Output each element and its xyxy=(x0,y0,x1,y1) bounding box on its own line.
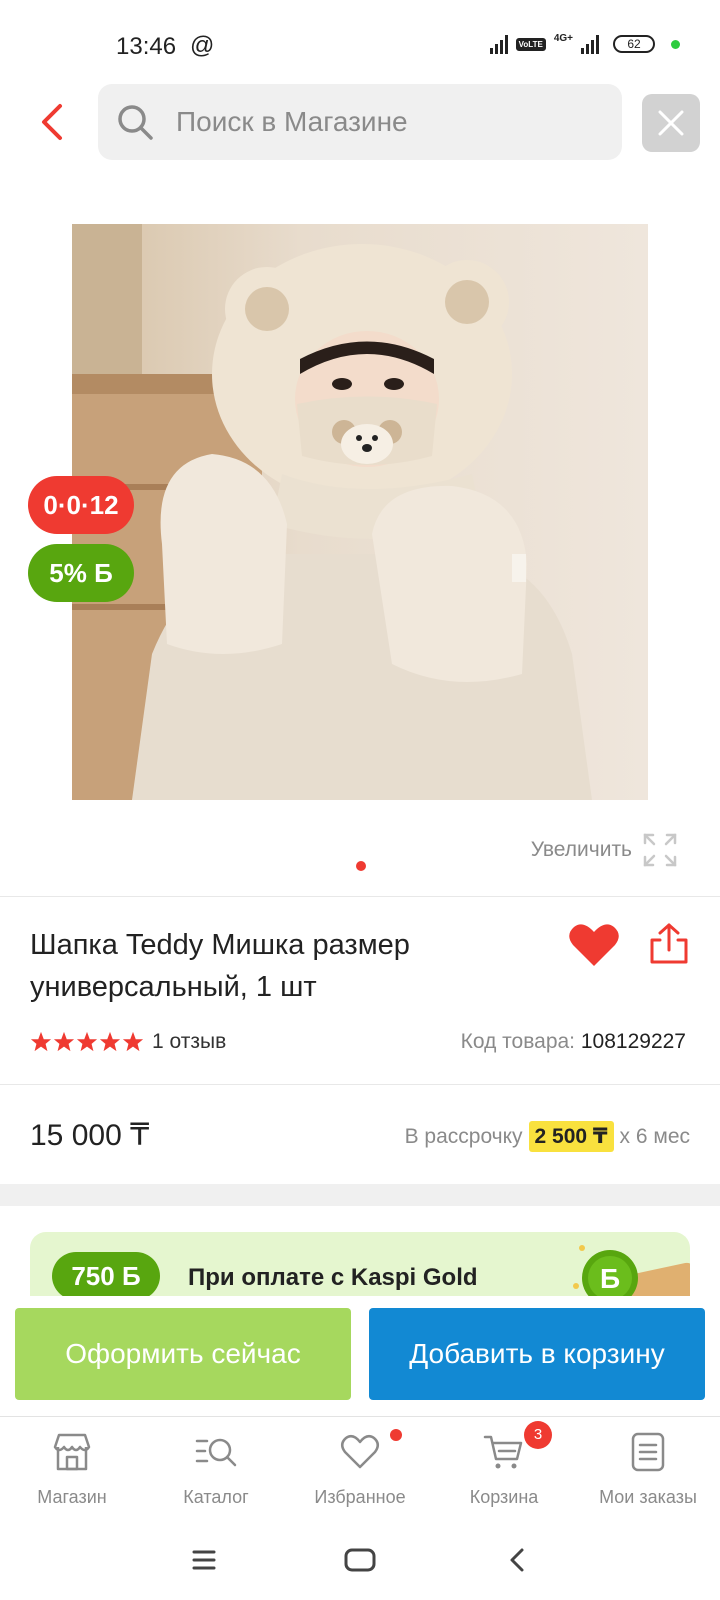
menu-icon[interactable] xyxy=(184,1540,224,1580)
search-icon xyxy=(118,105,153,140)
heart-outline-icon xyxy=(341,1434,379,1469)
installment-suffix: х 6 мес xyxy=(619,1124,690,1148)
add-to-cart-button[interactable]: Добавить в корзину xyxy=(369,1308,705,1400)
cart-icon xyxy=(483,1435,523,1469)
network-type: 4G+ xyxy=(553,33,573,44)
reviews-link[interactable]: 1 отзыв xyxy=(152,1030,226,1054)
bottom-navigation: Магазин Каталог Избранное Корзина 3 Мои … xyxy=(0,1416,720,1518)
favorites-notification-dot xyxy=(390,1429,402,1441)
star-icon xyxy=(53,1031,75,1052)
installment-info[interactable]: В рассрочку 2 500 ₸ х 6 мес xyxy=(405,1121,690,1152)
bonus-percent: 5% xyxy=(49,557,87,588)
header: Поиск в Магазине xyxy=(0,84,720,162)
product-title: Шапка Teddy Мишка размер универсальный, … xyxy=(30,929,410,1003)
nav-label-cart: Корзина xyxy=(469,1487,539,1507)
store-icon xyxy=(53,1433,91,1471)
nav-label-orders: Мои заказы xyxy=(599,1487,697,1507)
nav-item-favorites[interactable]: Избранное xyxy=(288,1429,432,1508)
volte-icon: VoLTE xyxy=(515,37,546,51)
installment-amount: 2 500 ₸ xyxy=(528,1121,614,1152)
product-photo-illustration xyxy=(72,224,648,800)
buy-now-button[interactable]: Оформить сейчас xyxy=(15,1308,351,1400)
signal-icon xyxy=(489,34,508,54)
divider xyxy=(0,1084,720,1085)
system-back-icon[interactable] xyxy=(498,1540,538,1580)
star-icon xyxy=(30,1031,52,1052)
privacy-dot-icon xyxy=(671,39,680,49)
nav-item-cart[interactable]: Корзина 3 xyxy=(432,1421,576,1508)
nav-label-store: Магазин xyxy=(37,1487,107,1507)
star-icon xyxy=(76,1031,98,1052)
bonus-unit: Б xyxy=(94,557,113,588)
nav-label-favorites: Избранное xyxy=(314,1487,406,1507)
rating-stars xyxy=(30,1031,144,1053)
installment-prefix: В рассрочку xyxy=(404,1124,523,1148)
product-code-label: Код товара: xyxy=(460,1030,576,1053)
section-separator xyxy=(0,1184,720,1206)
divider xyxy=(0,896,720,897)
cart-count-badge: 3 xyxy=(524,1421,552,1449)
orders-icon xyxy=(631,1432,665,1472)
nav-item-orders[interactable]: Мои заказы xyxy=(576,1431,720,1508)
zoom-button[interactable]: Увеличить xyxy=(531,832,678,868)
search-input[interactable]: Поиск в Магазине xyxy=(98,84,622,160)
product-code-value: 108129227 xyxy=(580,1030,686,1053)
installment-badge: 0·0·12 xyxy=(28,476,134,534)
zoom-label: Увеличить xyxy=(530,838,632,861)
status-icons: VoLTE 4G+ 62 xyxy=(489,33,680,54)
carousel-indicator xyxy=(356,861,366,871)
svg-text:Б: Б xyxy=(600,1263,620,1294)
close-icon xyxy=(658,110,684,136)
status-time: 13:46 xyxy=(116,33,177,60)
star-icon xyxy=(122,1031,144,1052)
share-icon[interactable] xyxy=(648,922,690,966)
expand-icon xyxy=(643,833,677,867)
gold-banner-text: При оплате с Kaspi Gold xyxy=(188,1264,478,1291)
nav-item-catalog[interactable]: Каталог xyxy=(144,1431,288,1508)
star-icon xyxy=(99,1031,121,1052)
system-navigation-bar xyxy=(0,1520,720,1600)
close-search-button[interactable] xyxy=(642,94,700,152)
nav-item-store[interactable]: Магазин xyxy=(0,1431,144,1508)
home-icon[interactable] xyxy=(340,1540,380,1580)
search-placeholder: Поиск в Магазине xyxy=(176,106,408,137)
battery-icon: 62 xyxy=(613,35,655,53)
product-price: 15 000 ₸ xyxy=(30,1119,150,1152)
catalog-search-icon xyxy=(195,1438,237,1467)
action-bar: Оформить сейчас Добавить в корзину xyxy=(0,1296,720,1408)
rating[interactable]: 1 отзыв xyxy=(30,1030,226,1054)
gold-bonus-pill: 750 Б xyxy=(52,1252,160,1300)
nav-label-catalog: Каталог xyxy=(183,1487,249,1507)
bonus-badge: 5% Б xyxy=(28,544,134,602)
status-bar: 13:46 @ VoLTE 4G+ 62 xyxy=(0,0,720,90)
favorite-heart-icon[interactable] xyxy=(568,922,620,968)
status-at-icon: @ xyxy=(190,32,215,59)
back-arrow-icon[interactable] xyxy=(34,102,70,142)
signal-icon-2 xyxy=(581,34,599,54)
product-code: Код товара: 108129227 xyxy=(461,1030,686,1054)
product-image[interactable] xyxy=(72,224,648,800)
